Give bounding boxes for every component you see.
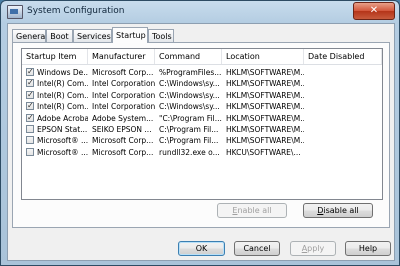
table-row[interactable]: EPSON Stat... SEIKO EPSON ... C:\Program F… <box>22 124 382 135</box>
cell-location: HKLM\SOFTWARE\M... <box>226 90 304 100</box>
cell-location: HKLM\SOFTWARE\M... <box>226 79 304 89</box>
cell-location: HKCU\SOFTWARE\... <box>226 147 301 157</box>
cell-command: C:\Windows\sy... <box>159 90 220 100</box>
cell-manufacturer: Intel Corporation <box>92 79 155 89</box>
column-header-location[interactable]: Location <box>222 49 304 64</box>
cell-startup-item: Microsoft® ... <box>37 136 88 146</box>
cell-date-disabled <box>308 135 382 146</box>
cell-manufacturer: Intel Corporation <box>92 90 155 100</box>
disable-all-label: isable all <box>323 206 359 215</box>
cell-startup-item: Adobe Acrobat <box>37 113 88 123</box>
table-row[interactable]: Microsoft® ... Microsoft Corp... rundll32.… <box>22 147 382 158</box>
help-button[interactable]: Help <box>345 241 391 256</box>
system-configuration-window: System Configuration ✕ General Boot Serv… <box>0 0 400 266</box>
enable-checkbox[interactable]: ✓ <box>26 68 34 76</box>
tab-boot[interactable]: Boot <box>46 29 73 42</box>
list-header: Startup Item Manufacturer Command Locati… <box>22 49 382 65</box>
cell-manufacturer: Adobe System... <box>92 113 154 123</box>
cell-date-disabled <box>308 67 382 78</box>
cell-location: HKLM\SOFTWARE\M... <box>226 113 304 123</box>
cell-location: HKLM\SOFTWARE\M... <box>226 102 304 112</box>
cell-date-disabled <box>308 147 382 158</box>
dialog-body: General Boot Services Startup Tools Star… <box>7 23 395 261</box>
column-header-command[interactable]: Command <box>155 49 222 64</box>
column-header-startup-item[interactable]: Startup Item <box>22 49 88 64</box>
startup-items-list[interactable]: Startup Item Manufacturer Command Locati… <box>21 48 383 200</box>
table-row[interactable]: ✓ Adobe Acrobat Adobe System... "C:\Program… <box>22 113 382 124</box>
cell-startup-item: Intel(R) Com... <box>37 90 88 100</box>
close-button[interactable]: ✕ <box>353 2 395 20</box>
cell-command: rundll32.exe o... <box>159 147 220 157</box>
cell-date-disabled <box>308 101 382 112</box>
apply-label: pply <box>307 244 325 253</box>
table-row[interactable]: ✓ Intel(R) Com... Intel Corporation C:\Wind… <box>22 78 382 89</box>
enable-checkbox[interactable]: ✓ <box>26 79 34 88</box>
cell-date-disabled <box>308 113 382 124</box>
enable-checkbox[interactable]: ✓ <box>26 102 34 111</box>
table-row[interactable]: Microsoft® ... Microsoft Corp... C:\Progra… <box>22 135 382 146</box>
disable-all-button[interactable]: Disable all <box>303 203 373 218</box>
cell-date-disabled <box>308 124 382 135</box>
cell-startup-item: EPSON Stat... <box>37 125 88 134</box>
table-row[interactable]: ✓ Intel(R) Com... Intel Corporation C:\Wind… <box>22 101 382 112</box>
column-header-manufacturer[interactable]: Manufacturer <box>88 49 155 64</box>
enable-all-button[interactable]: Enable all <box>217 203 287 218</box>
enable-all-label: nable all <box>237 206 272 215</box>
enable-checkbox[interactable] <box>26 147 34 156</box>
title-bar[interactable]: System Configuration ✕ <box>1 1 399 23</box>
window-title: System Configuration <box>27 6 125 16</box>
cell-command: C:\Windows\sy... <box>159 79 220 89</box>
cell-command: "C:\Program Fil... <box>159 113 222 123</box>
table-row[interactable]: ✓ Windows De... Microsoft Corp... %ProgramF… <box>22 67 382 78</box>
cell-command: C:\Program Fil... <box>159 136 219 146</box>
cell-manufacturer: Microsoft Corp... <box>92 136 154 146</box>
system-configuration-icon <box>7 5 23 19</box>
cell-command: C:\Windows\sy... <box>159 102 220 112</box>
tab-startup[interactable]: Startup <box>112 27 148 43</box>
cell-manufacturer: SEIKO EPSON ... <box>92 125 152 134</box>
cell-date-disabled <box>308 78 382 89</box>
enable-checkbox[interactable]: ✓ <box>26 113 34 122</box>
enable-checkbox[interactable] <box>26 136 34 145</box>
enable-checkbox[interactable]: ✓ <box>26 90 34 99</box>
tab-tools[interactable]: Tools <box>148 29 174 42</box>
cell-startup-item: Intel(R) Com... <box>37 102 88 112</box>
cell-location: HKLM\SOFTWARE\M... <box>226 125 304 134</box>
cell-manufacturer: Intel Corporation <box>92 102 155 112</box>
cell-manufacturer: Microsoft Corp... <box>92 147 154 157</box>
cell-command: %ProgramFiles... <box>159 68 222 77</box>
startup-tab-panel: Startup Item Manufacturer Command Locati… <box>12 42 390 228</box>
tab-general[interactable]: General <box>12 29 48 42</box>
cell-date-disabled <box>308 90 382 101</box>
cell-manufacturer: Microsoft Corp... <box>92 68 154 77</box>
apply-button[interactable]: Apply <box>290 241 336 256</box>
cell-command: C:\Program Fil... <box>159 125 219 134</box>
ok-button[interactable]: OK <box>178 241 225 256</box>
cancel-button[interactable]: Cancel <box>234 241 280 256</box>
cell-location: HKLM\SOFTWARE\M... <box>226 68 304 77</box>
cell-startup-item: Windows De... <box>37 68 88 77</box>
column-header-date-disabled[interactable]: Date Disabled <box>304 49 382 64</box>
cell-location: HKLM\SOFTWARE\M... <box>226 136 304 146</box>
enable-checkbox[interactable] <box>26 125 34 133</box>
cell-startup-item: Microsoft® ... <box>37 147 88 157</box>
cell-startup-item: Intel(R) Com... <box>37 79 88 89</box>
tab-services[interactable]: Services <box>73 29 112 42</box>
table-row[interactable]: ✓ Intel(R) Com... Intel Corporation C:\Wind… <box>22 90 382 101</box>
